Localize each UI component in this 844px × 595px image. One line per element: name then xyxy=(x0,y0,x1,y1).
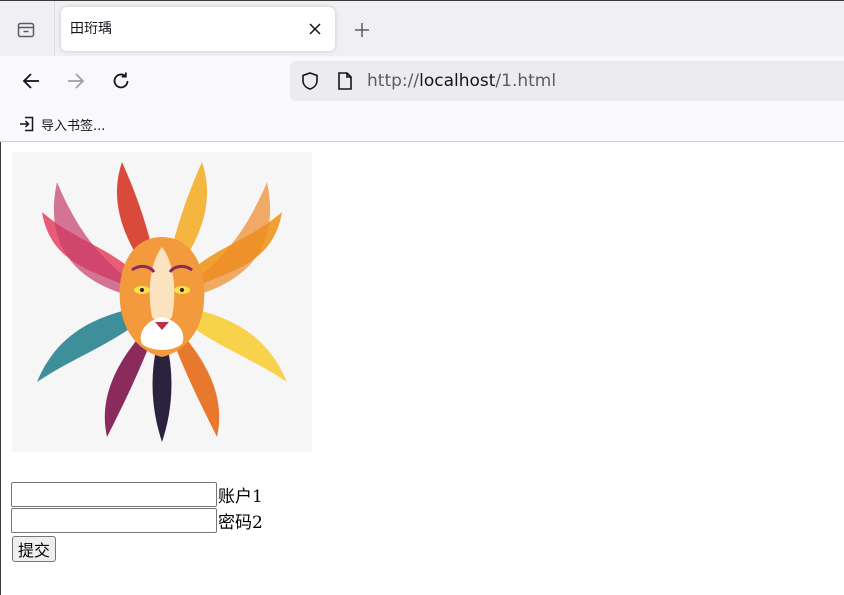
import-icon xyxy=(20,116,34,132)
account-input[interactable] xyxy=(11,481,217,507)
password-input[interactable] xyxy=(11,507,217,533)
url-scheme: http:// xyxy=(367,71,420,91)
tab-close-button[interactable] xyxy=(303,17,327,41)
page-viewport: 账户1 密码2 提交 xyxy=(0,142,844,595)
url-path: /1.html xyxy=(495,71,557,91)
site-permissions-button[interactable] xyxy=(297,61,323,101)
password-label: 密码2 xyxy=(218,512,263,533)
url-host: localhost xyxy=(419,71,496,91)
tab-title: 田珩瑀 xyxy=(70,21,112,37)
forward-button[interactable] xyxy=(59,64,93,98)
reload-icon xyxy=(113,72,129,89)
account-row: 账户1 xyxy=(11,481,263,507)
shield-icon xyxy=(302,72,318,90)
new-tab-button[interactable] xyxy=(347,15,377,45)
tab-bar: 田珩瑀 xyxy=(0,0,844,57)
close-icon xyxy=(309,23,321,35)
navigation-toolbar: http://localhost/1.html xyxy=(0,56,844,106)
tab-overview-button[interactable] xyxy=(8,12,44,48)
url-text[interactable]: http://localhost/1.html xyxy=(367,61,556,101)
reload-button[interactable] xyxy=(104,64,138,98)
submit-button[interactable]: 提交 xyxy=(12,536,57,562)
page-icon xyxy=(338,72,352,90)
import-bookmarks-label: 导入书签... xyxy=(41,118,106,134)
arrow-left-icon xyxy=(22,73,39,89)
tab-separator xyxy=(54,1,55,57)
arrow-right-icon xyxy=(68,73,85,89)
lion-illustration xyxy=(12,152,312,452)
url-bar[interactable]: http://localhost/1.html xyxy=(290,61,844,101)
tab-active[interactable]: 田珩瑀 xyxy=(61,7,335,51)
lion-image xyxy=(12,152,312,452)
back-button[interactable] xyxy=(14,64,48,98)
bookmarks-toolbar: 导入书签... xyxy=(0,106,844,142)
tab-overview-icon xyxy=(17,22,35,38)
password-row: 密码2 xyxy=(11,507,263,533)
account-label: 账户1 xyxy=(218,486,263,507)
plus-icon xyxy=(355,23,369,37)
import-bookmarks-button[interactable]: 导入书签... xyxy=(14,112,109,136)
page-info-button[interactable] xyxy=(332,61,358,101)
